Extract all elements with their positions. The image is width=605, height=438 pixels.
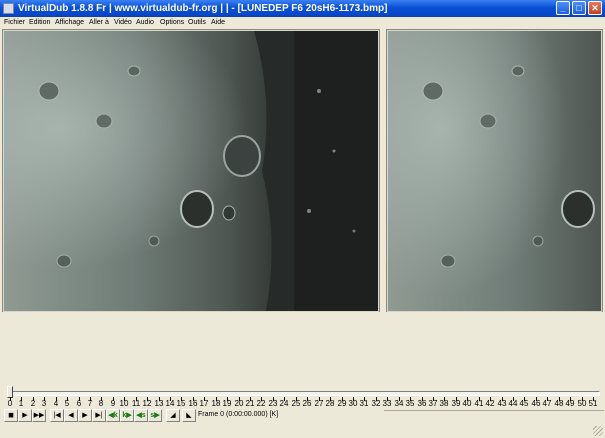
menu-video[interactable]: Vidéo (114, 17, 132, 29)
go-start-button[interactable]: |◀ (50, 409, 64, 422)
timeline-tick-label: 51 (588, 399, 598, 408)
prev-key-button[interactable]: ◀k (106, 409, 120, 422)
mark-in-button[interactable]: ◢ (166, 409, 180, 422)
menu-outils[interactable]: Outils (188, 17, 206, 29)
mark-out-button[interactable]: ◣ (182, 409, 196, 422)
stop-button[interactable]: ◼ (4, 409, 18, 422)
work-area (0, 312, 605, 386)
timeline-track[interactable] (8, 391, 600, 396)
output-moon-image (388, 31, 601, 311)
resize-grip[interactable] (593, 426, 603, 436)
scene-fwd-button[interactable]: s▶ (148, 409, 162, 422)
minimize-button[interactable]: _ (556, 1, 570, 15)
maximize-button[interactable]: □ (572, 1, 586, 15)
status-divider (384, 410, 604, 411)
frame-status: Frame 0 (0:00:00.000) [K] (198, 411, 279, 418)
menu-audio[interactable]: Audio (136, 17, 154, 29)
play-input-button[interactable]: ▶ (18, 409, 32, 422)
close-button[interactable]: ✕ (588, 1, 602, 15)
go-end-button[interactable]: ▶| (92, 409, 106, 422)
input-video-pane[interactable] (2, 29, 380, 313)
prev-frame-button[interactable]: ◀ (64, 409, 78, 422)
output-video-pane[interactable] (386, 29, 603, 313)
app-icon[interactable] (3, 3, 14, 14)
next-key-button[interactable]: k▶ (120, 409, 134, 422)
title-bar[interactable]: VirtualDub 1.8.8 Fr | www.virtualdub-fr.… (0, 0, 605, 17)
menu-bar: Fichier Edition Affichage Aller à Vidéo … (0, 17, 605, 29)
menu-affichage[interactable]: Affichage (55, 17, 84, 29)
menu-aide[interactable]: Aide (211, 17, 225, 29)
scene-back-button[interactable]: ◀s (134, 409, 148, 422)
input-moon-image (4, 31, 378, 311)
menu-options[interactable]: Options (160, 17, 184, 29)
menu-fichier[interactable]: Fichier (4, 17, 25, 29)
menu-aller-a[interactable]: Aller à (89, 17, 109, 29)
window-title: VirtualDub 1.8.8 Fr | www.virtualdub-fr.… (18, 3, 388, 14)
play-output-button[interactable]: ▶▶ (32, 409, 46, 422)
menu-edition[interactable]: Edition (29, 17, 50, 29)
next-frame-button[interactable]: ▶ (78, 409, 92, 422)
